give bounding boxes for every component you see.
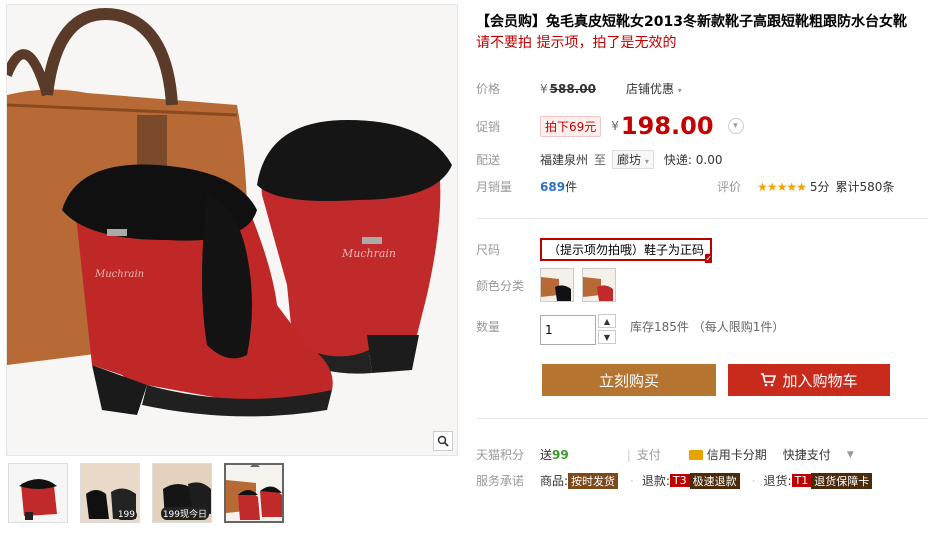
tmall-points-label: 天猫积分 [476, 448, 525, 462]
delivery-row: 配送 福建泉州 至 廊坊 ▾ 快递: 0.00 [476, 150, 722, 169]
credit-installment[interactable]: 信用卡分期 [688, 446, 767, 463]
thumbnail-1[interactable] [8, 463, 68, 523]
rating-stars: ★★★★★ [757, 179, 807, 194]
service-item-1-prefix: 商品: [540, 474, 569, 488]
sales-row: 月销量 689 件 评价 ★★★★★ 5分 累计580条 [476, 178, 894, 195]
color-swatch-2[interactable] [582, 268, 616, 302]
dot-separator: · [630, 473, 634, 488]
review-count-link[interactable]: 累计580条 [836, 178, 895, 195]
thumbnail-strip: 199 199现今日 [8, 463, 284, 523]
color-swatch-1[interactable] [540, 268, 574, 302]
price-row: 价格 ¥ 588.00 店铺优惠 ▾ [476, 80, 682, 97]
store-discount-label: 店铺优惠 [625, 82, 674, 96]
original-price: 588.00 [549, 81, 596, 96]
divider [476, 218, 928, 219]
sales-unit: 件 [565, 180, 578, 194]
city-select[interactable]: 廊坊 ▾ [612, 150, 654, 169]
promo-row: 促销 拍下69元 ¥ 198.00 ▾ [476, 112, 744, 140]
city-value: 廊坊 [617, 153, 642, 167]
fast-refund-badge: 极速退款 [689, 472, 740, 489]
credit-installment-label: 信用卡分期 [706, 448, 767, 462]
quick-pay[interactable]: 快捷支付 [783, 446, 831, 463]
thumbnail-price-tag: 199 [115, 510, 137, 520]
stock-info: 库存185件 （每人限购1件） [630, 320, 785, 334]
service-item-2-prefix: 退款: [641, 474, 670, 488]
pay-label: 支付 [636, 448, 661, 462]
divider: | [626, 447, 631, 462]
shipping-fee: 快递: 0.00 [663, 153, 723, 167]
return-guarantee-badge: 退货保障卡 [811, 472, 873, 489]
delivery-to-word: 至 [594, 153, 607, 167]
chevron-down-icon[interactable]: ▾ [727, 118, 744, 134]
sales-count: 689 [540, 179, 566, 194]
size-option[interactable]: （提示项勿拍哦）鞋子为正码 [540, 238, 713, 263]
thumbnail-image [9, 464, 67, 522]
tmall-points-row: 天猫积分 送 99 | 支付 信用卡分期 快捷支付 ▼ [476, 446, 854, 463]
size-row: 尺码 （提示项勿拍哦）鞋子为正码 [476, 238, 713, 263]
color-label: 颜色分类 [476, 278, 525, 293]
store-discount-dropdown[interactable]: 店铺优惠 ▾ [626, 80, 682, 97]
quantity-row: 数量 ▲ ▼ 库存185件 （每人限购1件） [476, 314, 784, 346]
add-to-cart-label: 加入购物车 [782, 372, 858, 390]
chevron-down-icon: ▾ [677, 86, 682, 95]
size-label: 尺码 [476, 243, 501, 257]
credit-card-icon [688, 449, 703, 460]
price-label: 价格 [476, 82, 501, 96]
quantity-stepper: ▲ ▼ [598, 314, 616, 346]
currency-symbol: ¥ [611, 119, 619, 133]
delivery-from: 福建泉州 [540, 153, 589, 167]
thumbnail-2[interactable]: 199 [80, 463, 140, 523]
promo-badge: 拍下69元 [540, 115, 602, 137]
svg-text:Muchrain: Muchrain [341, 247, 396, 260]
zoom-button[interactable] [433, 431, 453, 451]
svg-text:Muchrain: Muchrain [94, 269, 144, 280]
product-detail-panel: 【会员购】兔毛真皮短靴女2013冬新款靴子高跟短靴粗跟防水台女靴 请不要拍 提示… [476, 12, 928, 489]
promo-price: 198.00 [620, 112, 714, 140]
return-code-badge: T1 [791, 474, 812, 487]
decrease-button[interactable]: ▼ [598, 330, 616, 344]
quantity-label: 数量 [476, 320, 501, 334]
chevron-down-icon: ▾ [644, 157, 649, 166]
magnifier-icon [437, 435, 449, 447]
boots-illustration: Muchrain Muchrain [7, 5, 457, 455]
service-row: 服务承诺 商品: 按时发货 · 退款: T3 极速退款 · 退货: T1 退货保… [476, 472, 873, 489]
points-value: 99 [552, 447, 569, 462]
thumbnail-4-selected[interactable] [224, 463, 284, 523]
quantity-input[interactable] [540, 315, 596, 345]
main-product-image[interactable]: Muchrain Muchrain [6, 4, 458, 456]
points-send: 送 [540, 448, 553, 462]
on-time-delivery-badge: 按时发货 [568, 472, 619, 489]
increase-button[interactable]: ▲ [598, 314, 616, 328]
service-item-3-prefix: 退货: [763, 474, 792, 488]
divider [476, 418, 928, 419]
action-buttons: 立刻购买 加入购物车 [542, 364, 890, 396]
add-to-cart-button[interactable]: 加入购物车 [728, 364, 890, 396]
thumbnail-3[interactable]: 199现今日 [152, 463, 212, 523]
color-row: 颜色分类 [476, 268, 624, 302]
rating-label: 评价 [717, 180, 742, 194]
product-title: 【会员购】兔毛真皮短靴女2013冬新款靴子高跟短靴粗跟防水台女靴 [476, 14, 907, 30]
cart-icon [761, 373, 777, 387]
thumbnail-image [226, 465, 282, 521]
currency-symbol: ¥ [540, 81, 548, 96]
service-label: 服务承诺 [476, 474, 525, 488]
product-subtitle: 请不要拍 提示项，拍了是无效的 [476, 35, 677, 51]
sales-label: 月销量 [476, 180, 513, 194]
dot-separator: · [751, 473, 756, 488]
chevron-down-icon[interactable]: ▼ [847, 450, 854, 460]
swatch-image [541, 269, 573, 301]
rating-score: 5分 [809, 180, 830, 194]
refund-code-badge: T3 [669, 474, 690, 487]
buy-now-button[interactable]: 立刻购买 [542, 364, 716, 396]
swatch-image [583, 269, 615, 301]
delivery-label: 配送 [476, 153, 501, 167]
promo-label: 促销 [476, 119, 501, 134]
thumbnail-price-tag: 199现今日 [160, 507, 209, 520]
